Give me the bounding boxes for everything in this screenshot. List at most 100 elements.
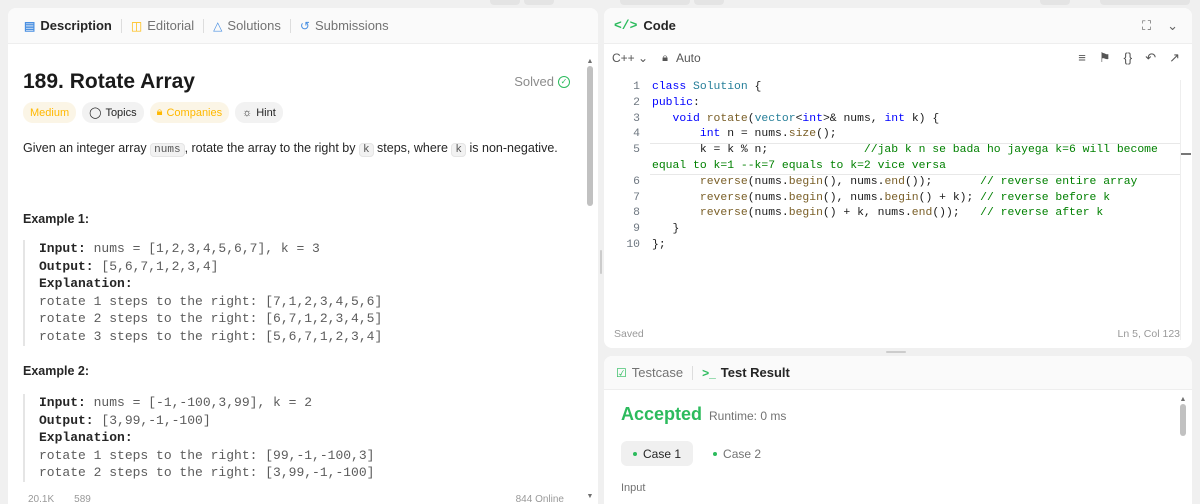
document-icon: ▤ — [24, 18, 36, 33]
example-input: nums = [-1,-100,3,99], k = 2 — [85, 395, 313, 410]
case-2-label: Case 2 — [723, 446, 762, 461]
tab-test-result[interactable]: >_ Test Result — [702, 365, 790, 380]
tab-testcase[interactable]: ☑ Testcase — [616, 365, 683, 380]
horizontal-resize-handle[interactable] — [886, 350, 906, 354]
test-panel: ☑ Testcase >_ Test Result Accepted Runti… — [604, 356, 1192, 504]
example-2-block: Input: nums = [-1,-100,3,99], k = 2 Outp… — [23, 394, 583, 482]
expand-icon[interactable]: ↗ — [1169, 50, 1180, 66]
code-line: class Solution { — [652, 81, 762, 93]
line-number: 7 — [633, 191, 640, 204]
example-input: nums = [1,2,3,4,5,6,7], k = 3 — [85, 241, 320, 256]
code-editor[interactable]: 1 2 3 4 5 6 7 8 9 10 class Solution { pu… — [604, 80, 1180, 328]
chevron-down-icon[interactable]: ⌄ — [1167, 18, 1178, 34]
hint-label: Hint — [256, 106, 276, 119]
desc-text: Given an integer array — [23, 141, 151, 155]
case-1-tab[interactable]: Case 1 — [621, 441, 694, 466]
case-tabs: Case 1 Case 2 — [621, 441, 773, 466]
tab-description[interactable]: ▤ Description — [18, 18, 118, 33]
pass-dot-icon — [633, 451, 637, 456]
format-icon[interactable]: ≡ — [1078, 50, 1086, 66]
description-content: 189. Rotate Array Solved ✓ Medium ◯ Topi… — [8, 44, 584, 504]
line-number: 9 — [633, 223, 640, 236]
line-number: 2 — [633, 96, 640, 109]
editor-scrollbar[interactable] — [1180, 80, 1191, 340]
explanation-label: Explanation: — [39, 276, 133, 292]
runtime: Runtime: 0 ms — [709, 409, 787, 423]
editor-tools: ≡ ⚑ {} ↶ ↗ — [1078, 50, 1180, 66]
line-number: 5 — [633, 144, 640, 157]
problem-description: Given an integer array nums, rotate the … — [23, 139, 558, 159]
comments-count[interactable]: 589 — [74, 494, 91, 504]
scroll-up-icon[interactable]: ▲ — [1178, 396, 1188, 403]
reset-icon[interactable]: ↶ — [1145, 50, 1156, 66]
tab-description-label: Description — [40, 18, 112, 33]
language-select[interactable]: C++ ⌄ — [612, 51, 648, 65]
desc-text: is non-negative. — [466, 141, 558, 155]
tab-testcase-label: Testcase — [631, 365, 684, 380]
chevron-down-icon: ⌄ — [638, 51, 649, 65]
maximize-icon[interactable]: ⛶ — [1142, 18, 1151, 34]
difficulty-badge: Medium — [23, 102, 77, 123]
line-number-gutter: 1 2 3 4 5 6 7 8 9 10 — [604, 80, 640, 254]
code-line: equal to k=1 --k=7 equals to k=2 vice ve… — [652, 160, 946, 172]
save-status: Saved — [614, 328, 644, 340]
code-line: reverse(nums.begin(), nums.end()); // re… — [699, 175, 1138, 188]
code-line: int n = nums.size(); — [699, 128, 837, 141]
scrollbar-thumb[interactable] — [1180, 404, 1186, 436]
tab-solutions[interactable]: △ Solutions — [207, 18, 287, 33]
example-1-block: Input: nums = [1,2,3,4,5,6,7], k = 3 Out… — [23, 240, 583, 346]
explanation-line: rotate 1 steps to the right: [99,-1,-100… — [39, 447, 375, 463]
scroll-up-icon[interactable]: ▲ — [586, 58, 594, 65]
book-icon: ◫ — [130, 18, 143, 33]
code-panel: </> Code ⛶ ⌄ C++ ⌄ 🔒︎ Auto ≡ ⚑ {} ↶ ↗ 1 … — [604, 8, 1192, 348]
line-number — [604, 159, 640, 175]
solved-label: Solved — [514, 74, 554, 89]
companies-button[interactable]: 🔒︎ Companies — [149, 102, 230, 123]
braces-icon[interactable]: {} — [1124, 50, 1133, 66]
explanation-line: rotate 3 steps to the right: [5,6,7,1,2,… — [39, 328, 383, 344]
lock-icon: 🔒︎ — [662, 51, 668, 64]
mode-label[interactable]: Auto — [676, 51, 701, 65]
tag-row: Medium ◯ Topics 🔒︎ Companies ☼ Hint — [23, 102, 283, 123]
tab-test-result-label: Test Result — [720, 365, 790, 380]
example-2-heading: Example 2: — [23, 364, 90, 378]
description-scrollbar[interactable]: ▲ ▼ — [586, 58, 594, 500]
desc-text: , rotate the array to the right by — [184, 141, 359, 155]
inline-code-k: k — [451, 143, 467, 157]
tab-submissions[interactable]: ↺ Submissions — [294, 18, 395, 33]
code-icon: </> — [614, 18, 638, 33]
code-line: k = k % n; //jab k n se bada ho jayega k… — [652, 144, 1158, 157]
output-label: Output: — [39, 412, 94, 428]
lightbulb-icon: ☼ — [242, 106, 253, 119]
test-scrollbar[interactable]: ▲ — [1178, 396, 1188, 504]
topics-button[interactable]: ◯ Topics — [82, 102, 144, 123]
tab-submissions-label: Submissions — [314, 18, 389, 33]
case-2-tab[interactable]: Case 2 — [701, 441, 773, 466]
input-label: Input: — [39, 241, 86, 256]
scrollbar-thumb[interactable] — [587, 66, 593, 206]
line-number: 8 — [633, 207, 640, 220]
lock-icon: 🔒︎ — [156, 106, 163, 118]
desc-text: steps, where — [373, 141, 452, 155]
tag-icon: ◯ — [89, 107, 102, 119]
explanation-line: rotate 2 steps to the right: [6,7,1,2,3,… — [39, 311, 383, 327]
inline-code-nums: nums — [150, 143, 185, 157]
example-output: [3,99,-1,-100] — [93, 412, 211, 428]
likes-count[interactable]: 20.1K — [28, 494, 54, 504]
bookmark-icon[interactable]: ⚑ — [1099, 50, 1111, 66]
code-line: public: — [652, 96, 700, 109]
problem-title[interactable]: 189. Rotate Array — [23, 70, 195, 94]
editor-toolbar: C++ ⌄ 🔒︎ Auto ≡ ⚑ {} ↶ ↗ — [604, 44, 1192, 72]
tab-editorial[interactable]: ◫ Editorial — [125, 18, 200, 33]
top-strip — [0, 0, 1200, 8]
code-line: }; — [652, 239, 666, 251]
tab-editorial-label: Editorial — [147, 18, 195, 33]
inline-code-k: k — [358, 143, 374, 157]
code-title: Code — [643, 18, 676, 33]
hint-button[interactable]: ☼ Hint — [235, 102, 283, 123]
verdict: Accepted — [621, 404, 703, 424]
scroll-down-icon[interactable]: ▼ — [586, 493, 594, 500]
explanation-line: rotate 2 steps to the right: [3,99,-1,-1… — [39, 465, 375, 481]
check-circle-icon: ✓ — [558, 75, 570, 88]
flask-icon: △ — [213, 18, 223, 33]
